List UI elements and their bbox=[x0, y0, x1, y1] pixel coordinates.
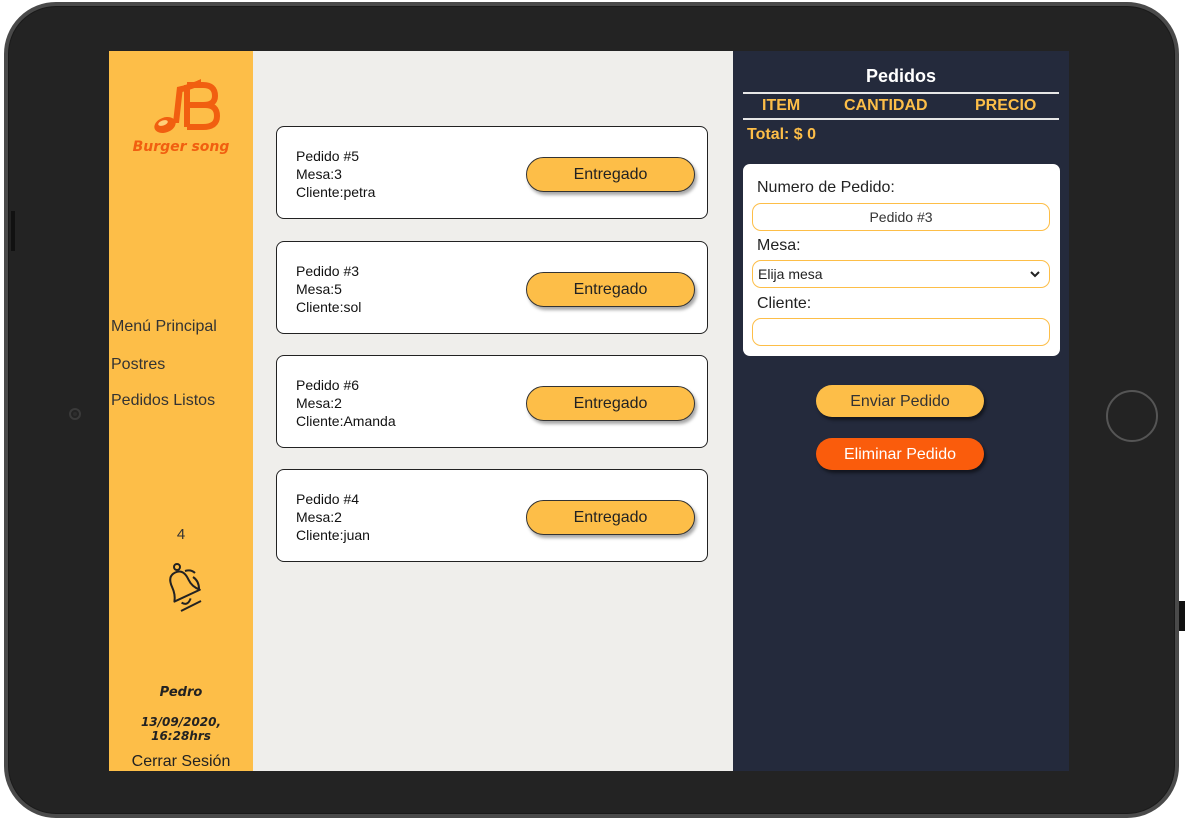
divider bbox=[743, 118, 1059, 120]
volume-button bbox=[11, 211, 15, 251]
order-title: Pedido #4 bbox=[296, 491, 360, 507]
send-order-button[interactable]: Enviar Pedido bbox=[816, 385, 984, 417]
order-title: Pedido #6 bbox=[296, 377, 360, 393]
user-name: Pedro bbox=[159, 685, 203, 700]
sidebar-item-postres[interactable]: Postres bbox=[111, 356, 165, 374]
divider bbox=[743, 92, 1059, 94]
order-title: Pedido #5 bbox=[296, 148, 360, 164]
order-table: Mesa:2 bbox=[296, 395, 342, 411]
sidebar-item-pedidos-listos[interactable]: Pedidos Listos bbox=[111, 392, 215, 410]
chevron-down-icon bbox=[1030, 271, 1040, 278]
table-select-value: Elija mesa bbox=[758, 266, 823, 282]
table-select[interactable]: Elija mesa bbox=[752, 260, 1050, 288]
datetime: 13/09/2020, 16:28hrs bbox=[140, 715, 222, 743]
order-client: Cliente:petra bbox=[296, 184, 376, 200]
order-client: Cliente:Amanda bbox=[296, 413, 396, 429]
bell-icon[interactable] bbox=[161, 563, 203, 618]
delivered-button[interactable]: Entregado bbox=[526, 272, 695, 307]
delivered-button[interactable]: Entregado bbox=[526, 157, 695, 192]
logout-link[interactable]: Cerrar Sesión bbox=[109, 753, 253, 771]
sidebar: Burger song Menú Principal Postres Pedid… bbox=[109, 51, 253, 771]
order-form: Numero de Pedido: Pedido #3 Mesa: Elija … bbox=[743, 164, 1060, 356]
brand-name: Burger song bbox=[132, 139, 230, 155]
order-info: Pedido #3 Mesa:5 Cliente:sol bbox=[296, 262, 361, 316]
order-card: Pedido #3 Mesa:5 Cliente:sol Entregado bbox=[276, 241, 708, 334]
order-number-field[interactable]: Pedido #3 bbox=[752, 203, 1050, 231]
order-client: Cliente:sol bbox=[296, 299, 362, 315]
order-info: Pedido #5 Mesa:3 Cliente:petra bbox=[296, 147, 375, 201]
client-label: Cliente: bbox=[757, 295, 812, 312]
table-label: Mesa: bbox=[757, 237, 801, 254]
order-panel: Pedidos ITEM CANTIDAD PRECIO Total: $ 0 … bbox=[733, 51, 1069, 771]
order-number-label: Numero de Pedido: bbox=[757, 179, 895, 196]
order-client: Cliente:juan bbox=[296, 527, 370, 543]
delete-order-button[interactable]: Eliminar Pedido bbox=[816, 438, 984, 470]
column-header-quantity: CANTIDAD bbox=[844, 97, 928, 114]
order-card: Pedido #6 Mesa:2 Cliente:Amanda Entregad… bbox=[276, 355, 708, 448]
order-table: Mesa:5 bbox=[296, 281, 342, 297]
camera-icon bbox=[69, 408, 81, 420]
order-total: Total: $ 0 bbox=[747, 126, 817, 143]
order-card: Pedido #4 Mesa:2 Cliente:juan Entregado bbox=[276, 469, 708, 562]
order-table: Mesa:2 bbox=[296, 509, 342, 525]
order-title: Pedido #3 bbox=[296, 263, 360, 279]
delivered-button[interactable]: Entregado bbox=[526, 386, 695, 421]
panel-title: Pedidos bbox=[865, 66, 936, 86]
column-header-item: ITEM bbox=[762, 97, 801, 114]
delivered-button[interactable]: Entregado bbox=[526, 500, 695, 535]
order-info: Pedido #6 Mesa:2 Cliente:Amanda bbox=[296, 376, 396, 430]
column-header-price: PRECIO bbox=[975, 97, 1037, 114]
home-button[interactable] bbox=[1106, 390, 1158, 442]
order-card: Pedido #5 Mesa:3 Cliente:petra Entregado bbox=[276, 126, 708, 219]
notification-count: 4 bbox=[176, 526, 186, 543]
power-button bbox=[1179, 601, 1185, 631]
sidebar-item-menu-principal[interactable]: Menú Principal bbox=[111, 318, 217, 336]
app-screen: Burger song Menú Principal Postres Pedid… bbox=[109, 51, 1069, 771]
order-table: Mesa:3 bbox=[296, 166, 342, 182]
order-info: Pedido #4 Mesa:2 Cliente:juan bbox=[296, 490, 370, 544]
client-field[interactable] bbox=[752, 318, 1050, 346]
